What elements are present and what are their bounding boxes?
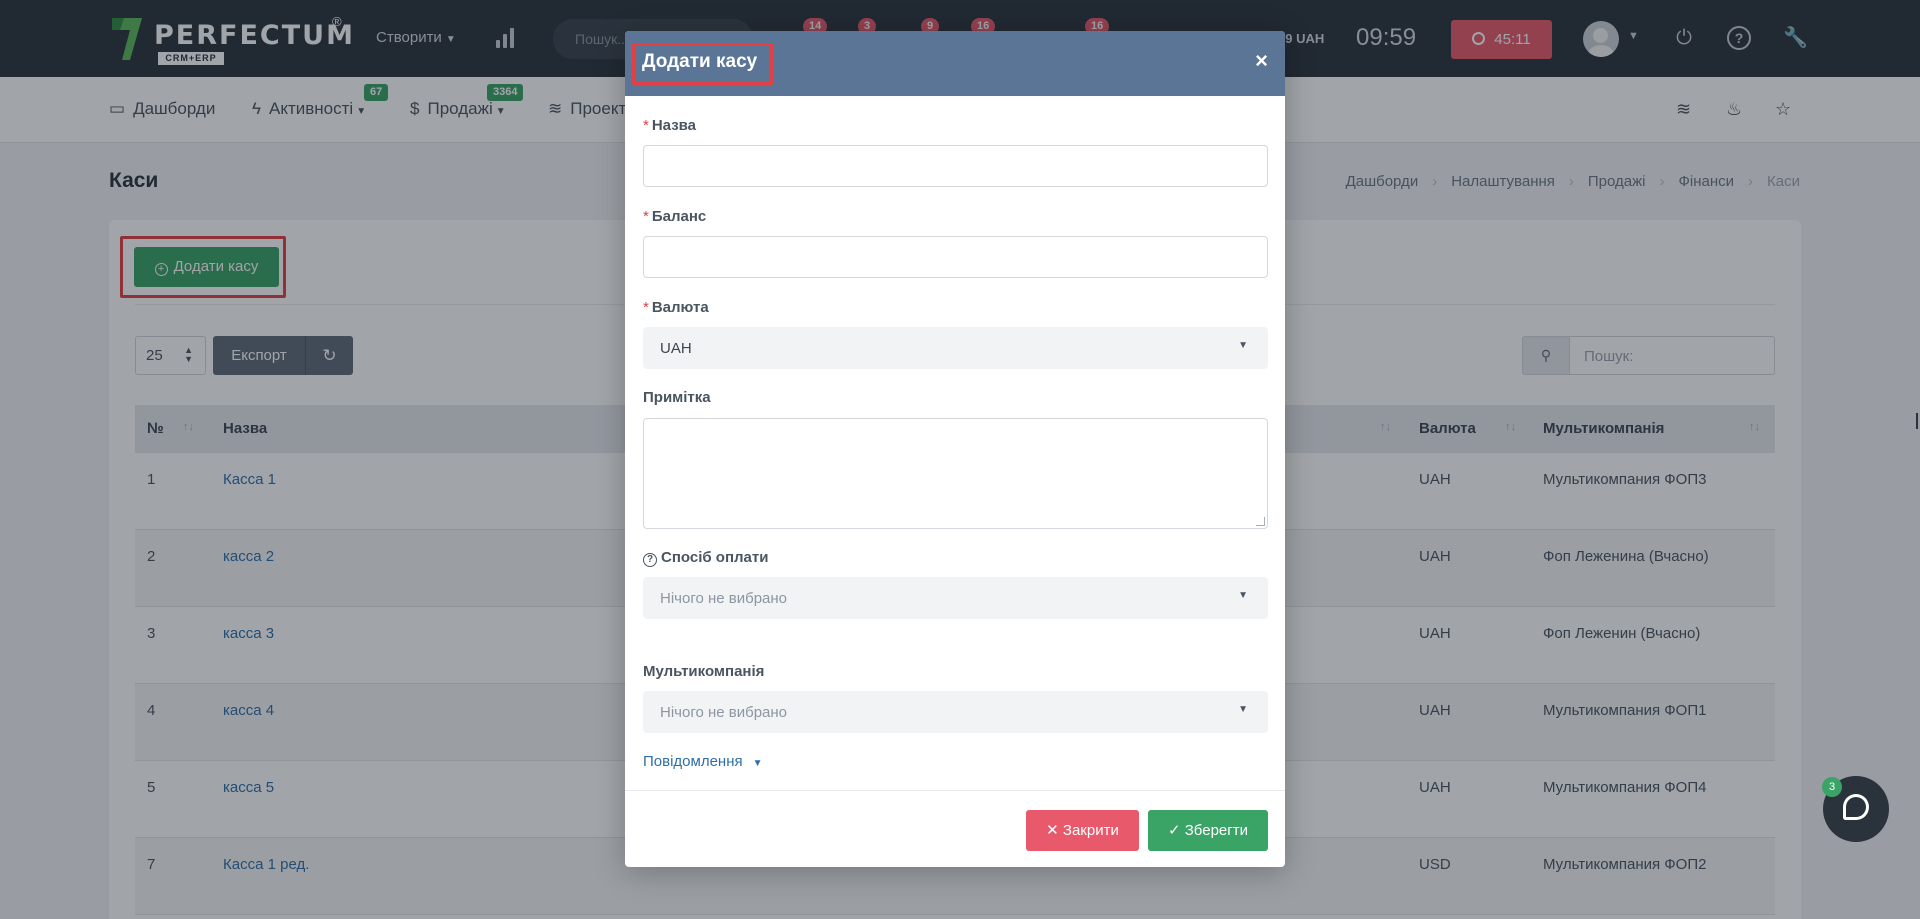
balance-label-text: Баланс: [651, 208, 707, 225]
notifications-label: Повідомлення: [643, 753, 743, 770]
name-label: * Назва: [643, 117, 696, 134]
currency-select[interactable]: UAH ▼: [643, 327, 1268, 369]
payment-method-label: ? Спосіб оплати: [643, 549, 768, 567]
required-marker: *: [643, 208, 649, 225]
payment-method-label-text: Спосіб оплати: [661, 549, 769, 566]
required-marker: *: [643, 117, 649, 134]
chevron-down-icon: ▼: [1238, 340, 1248, 351]
check-icon: ✓: [1168, 822, 1185, 839]
name-field[interactable]: [643, 145, 1268, 187]
close-button[interactable]: ✕ Закрити: [1026, 810, 1139, 851]
multicompany-select[interactable]: Нічого не вибрано ▼: [643, 691, 1268, 733]
currency-label-text: Валюта: [651, 299, 709, 316]
note-textarea[interactable]: [643, 418, 1268, 529]
note-label: Примітка: [643, 389, 711, 406]
chevron-down-icon: ▼: [1238, 704, 1248, 715]
modal-title: Додати касу: [642, 51, 758, 72]
close-icon[interactable]: ×: [1255, 48, 1268, 74]
balance-field[interactable]: [643, 236, 1268, 278]
name-label-text: Назва: [651, 117, 697, 134]
currency-label: * Валюта: [643, 299, 709, 316]
question-circle-icon[interactable]: ?: [643, 553, 657, 567]
modal-header: Додати касу ×: [625, 31, 1285, 96]
divider: [625, 790, 1285, 791]
balance-label: * Баланс: [643, 208, 706, 225]
x-icon: ✕: [1046, 822, 1063, 839]
required-marker: *: [643, 299, 649, 316]
add-cashbox-modal: Додати касу × * Назва * Баланс * Валюта UAH…: [625, 31, 1285, 867]
mouse-cursor: [1916, 413, 1920, 429]
chevron-down-icon: ▼: [752, 758, 763, 769]
close-button-label: Закрити: [1062, 822, 1119, 839]
payment-method-placeholder: Нічого не вибрано: [660, 590, 788, 607]
chat-icon: [1843, 794, 1869, 820]
currency-select-value: UAH: [660, 340, 692, 357]
notifications-toggle[interactable]: Повідомлення ▼: [643, 753, 763, 770]
payment-method-select[interactable]: Нічого не вибрано ▼: [643, 577, 1268, 619]
chat-unread-badge: 3: [1822, 777, 1842, 797]
save-button-label: Зберегти: [1184, 822, 1248, 839]
multicompany-label: Мультикомпанія: [643, 663, 765, 680]
chevron-down-icon: ▼: [1238, 590, 1248, 601]
save-button[interactable]: ✓ Зберегти: [1148, 810, 1268, 851]
multicompany-placeholder: Нічого не вибрано: [660, 704, 788, 721]
